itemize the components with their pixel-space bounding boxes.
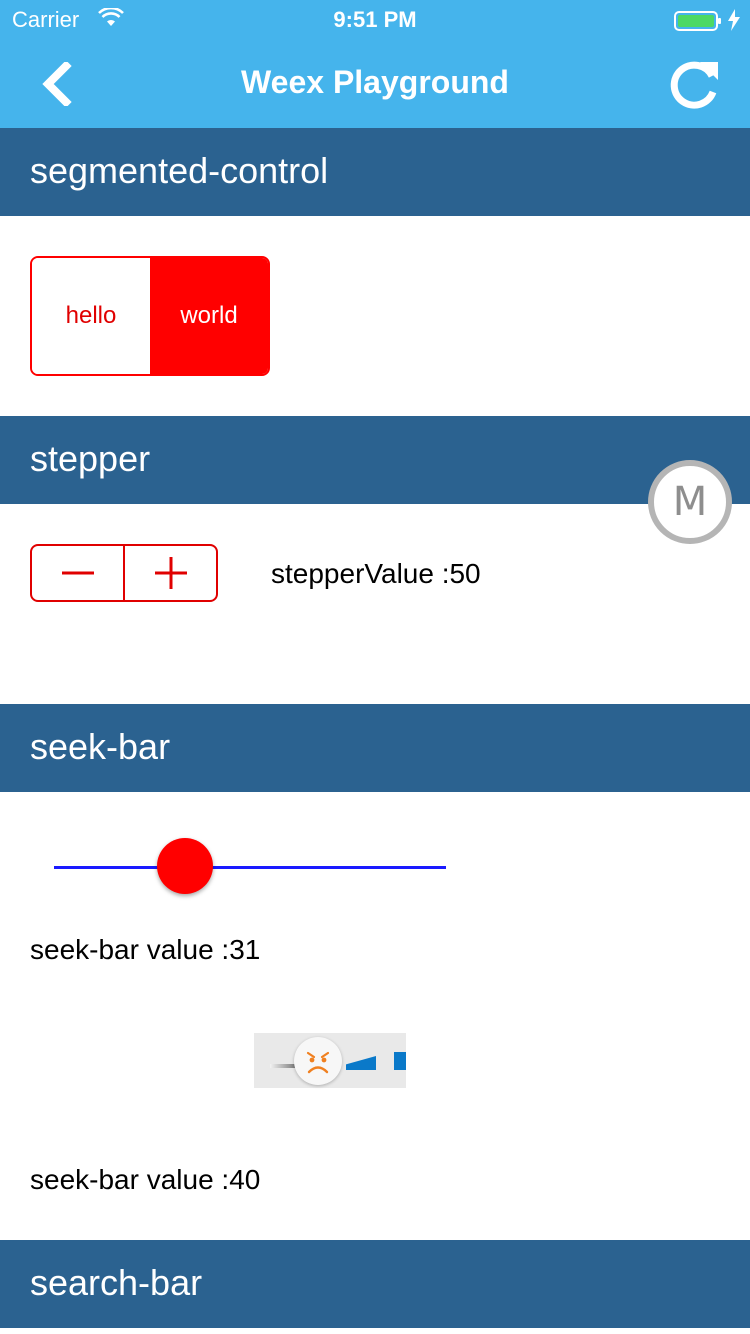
seek-bar-value-label: seek-bar value :40 bbox=[30, 1164, 261, 1195]
segmented-control: hello world bbox=[30, 256, 270, 376]
section-title: seek-bar bbox=[30, 726, 171, 767]
section-header-seek-bar: seek-bar bbox=[0, 704, 750, 792]
stepper-value-label: stepperValue :50 bbox=[271, 558, 481, 589]
section-title: search-bar bbox=[30, 1262, 203, 1303]
seek-bar-track[interactable] bbox=[54, 866, 446, 869]
segment-hello[interactable]: hello bbox=[32, 258, 150, 374]
segment-world[interactable]: world bbox=[150, 258, 268, 374]
stepper-increment-button[interactable] bbox=[125, 546, 216, 600]
seek-bar-max-track bbox=[346, 1056, 376, 1070]
section-header-segmented-control: segmented-control bbox=[0, 128, 750, 216]
section-header-search-bar: search-bar bbox=[0, 1240, 750, 1328]
section-title: segmented-control bbox=[30, 150, 329, 191]
custom-seek-bar[interactable] bbox=[254, 1033, 406, 1088]
floating-button-letter: M bbox=[672, 479, 708, 525]
page-title: Weex Playground bbox=[241, 64, 509, 100]
seek-bar-max-track-end bbox=[394, 1052, 406, 1070]
stepper bbox=[30, 544, 218, 602]
seek-bar-thumb[interactable] bbox=[157, 838, 213, 894]
battery-icon bbox=[674, 11, 722, 36]
angry-face-thumb-icon[interactable] bbox=[294, 1037, 342, 1085]
stepper-decrement-button[interactable] bbox=[32, 546, 125, 600]
clock: 9:51 PM bbox=[333, 7, 417, 32]
floating-debug-button[interactable]: M bbox=[648, 460, 732, 544]
seek-bar-value-label: seek-bar value :31 bbox=[30, 934, 261, 965]
refresh-icon[interactable] bbox=[666, 56, 722, 112]
section-header-stepper: stepper bbox=[0, 416, 750, 504]
charging-icon bbox=[728, 9, 740, 36]
status-bar: Carrier 9:51 PM bbox=[0, 0, 750, 40]
section-title: stepper bbox=[30, 438, 151, 479]
minus-icon bbox=[61, 571, 94, 575]
plus-icon bbox=[154, 557, 187, 589]
navigation-bar: Weex Playground bbox=[0, 40, 750, 128]
